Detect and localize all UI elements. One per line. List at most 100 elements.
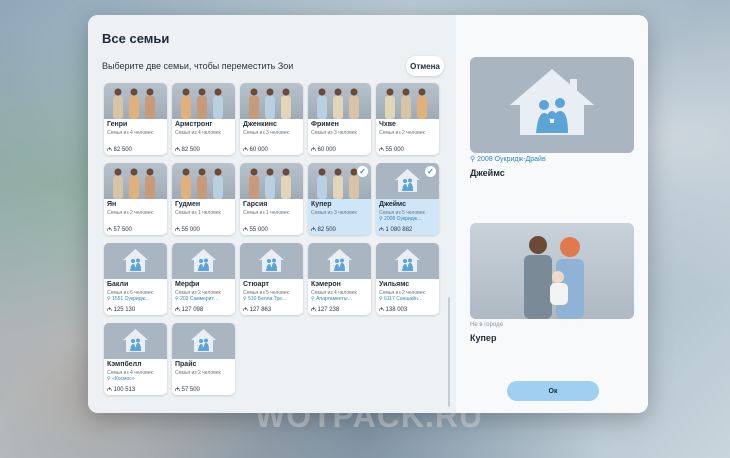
family-address-text: Апартаменты… [316, 296, 353, 302]
family-name: Гудмен [175, 201, 201, 208]
family-card[interactable]: Уильямс Семья из 2 человек ⚲ 6117 Саншайн…… [376, 243, 439, 315]
simoleon-icon: ₼ [107, 387, 112, 393]
family-address-text: «Космос» [112, 376, 135, 382]
first-family-picture [470, 57, 634, 153]
family-address-text: 6117 Саншайн… [384, 296, 423, 302]
family-photo [385, 88, 427, 119]
family-funds-value: 60 000 [317, 147, 336, 153]
families-panel: Все семьи Выберите две семьи, чтобы пере… [88, 15, 456, 413]
family-house-icon [190, 328, 217, 359]
family-funds: ₼ 82 500 [311, 225, 336, 233]
family-address-text: 203 Саммерит… [180, 296, 219, 302]
family-card[interactable]: ✓ Джеймс Семья из 5 человек ⚲ 2008 Оукридж…… [376, 163, 439, 235]
first-family-name: Джеймс [470, 168, 505, 178]
family-photo [181, 168, 223, 199]
location-pin-icon: ⚲ [107, 376, 111, 382]
family-picture [240, 243, 303, 279]
scrollbar[interactable] [448, 297, 450, 407]
family-funds-value: 127 098 [181, 307, 204, 313]
family-picture [308, 243, 371, 279]
family-photo [181, 88, 223, 119]
family-picture [104, 83, 167, 119]
family-funds: ₼ 127 238 [311, 305, 339, 313]
family-funds-value: 82 500 [181, 147, 200, 153]
simoleon-icon: ₼ [107, 227, 112, 233]
family-name: Бакли [107, 281, 129, 288]
checkmark-icon: ✓ [357, 166, 368, 177]
family-size: Семья из 3 человек [243, 130, 289, 136]
family-card[interactable]: Генри Семья из 4 человек ₼ 82 500 [104, 83, 167, 155]
family-name: Купер [311, 201, 332, 208]
family-card[interactable]: Ян Семья из 2 человек ₼ 57 500 [104, 163, 167, 235]
simoleon-icon: ₼ [175, 227, 180, 233]
selection-panel: × ⚲ 2008 Оукридж-Драйв Джеймс [456, 15, 648, 413]
family-funds: ₼ 138 003 [379, 305, 407, 313]
family-card[interactable]: Мерфи Семья из 2 человек ⚲ 203 Саммерит… ₼ … [172, 243, 235, 315]
family-funds-value: 57 500 [113, 227, 132, 233]
family-card[interactable]: Прайс Семья из 2 человек ₼ 57 500 [172, 323, 235, 395]
family-picture [104, 163, 167, 199]
family-funds-value: 55 000 [385, 147, 404, 153]
family-funds-value: 100 513 [113, 387, 136, 393]
family-house-icon [122, 328, 149, 359]
simoleon-icon: ₼ [175, 387, 180, 393]
family-picture: ✓ [308, 163, 371, 199]
family-card[interactable]: Кэмпбелл Семья из 4 человек ⚲ «Космос» ₼ 10… [104, 323, 167, 395]
family-name: Кэмпбелл [107, 361, 142, 368]
family-name: Джеймс [379, 201, 407, 208]
family-card[interactable]: Бакли Семья из 6 человек ⚲ 1551 Оукридж… ₼ … [104, 243, 167, 315]
family-picture [376, 83, 439, 119]
family-card[interactable]: ✓ Купер Семья из 3 человек ₼ 82 500 [308, 163, 371, 235]
family-size: Семья из 4 человек [107, 130, 153, 136]
simoleon-icon: ₼ [243, 307, 248, 313]
family-card[interactable]: Армстронг Семья из 4 человек ₼ 82 500 [172, 83, 235, 155]
location-pin-icon: ⚲ [243, 296, 247, 302]
family-photo [113, 168, 155, 199]
family-funds-value: 82 500 [113, 147, 132, 153]
family-house-icon [190, 248, 217, 279]
family-funds: ₼ 82 500 [175, 145, 200, 153]
family-house-icon [394, 248, 421, 279]
checkmark-icon: ✓ [425, 166, 436, 177]
cancel-button[interactable]: Отмена [406, 56, 444, 76]
family-name: Мерфи [175, 281, 200, 288]
family-name: Фримен [311, 121, 339, 128]
family-funds-value: 55 000 [249, 227, 268, 233]
family-picture [172, 163, 235, 199]
family-funds-value: 57 500 [181, 387, 200, 393]
family-card[interactable]: Гарсия Семья из 1 человек ₼ 55 000 [240, 163, 303, 235]
family-card[interactable]: Фримен Семья из 3 человек ₼ 60 000 [308, 83, 371, 155]
family-card[interactable]: Гудмен Семья из 1 человек ₼ 55 000 [172, 163, 235, 235]
location-pin-icon: ⚲ [311, 296, 315, 302]
family-funds: ₼ 60 000 [311, 145, 336, 153]
family-address: ⚲ «Космос» [107, 376, 165, 382]
family-funds-value: 127 863 [249, 307, 272, 313]
first-family-address-text: 2008 Оукридж-Драйв [477, 156, 546, 163]
family-funds: ₼ 55 000 [243, 225, 268, 233]
all-families-dialog: Все семьи Выберите две семьи, чтобы пере… [88, 15, 648, 413]
family-size: Семья из 1 человек [243, 210, 289, 216]
second-family-picture [470, 223, 634, 319]
family-card[interactable]: Дженкинс Семья из 3 человек ₼ 60 000 [240, 83, 303, 155]
family-name: Прайс [175, 361, 197, 368]
family-funds-value: 138 003 [385, 307, 408, 313]
family-card[interactable]: Стюарт Семья из 5 человек ⚲ 510 Белла Тре…… [240, 243, 303, 315]
family-name: Генри [107, 121, 128, 128]
ok-button[interactable]: Ок [507, 381, 599, 401]
family-size: Семья из 2 человек [175, 370, 221, 376]
family-funds-value: 55 000 [181, 227, 200, 233]
family-funds: ₼ 125 130 [107, 305, 135, 313]
family-funds-value: 82 500 [317, 227, 336, 233]
second-family-name: Купер [470, 333, 497, 343]
family-picture [376, 243, 439, 279]
family-funds: ₼ 55 000 [175, 225, 200, 233]
location-pin-icon: ⚲ [379, 296, 383, 302]
family-picture [172, 83, 235, 119]
family-picture [172, 323, 235, 359]
dialog-title: Все семьи [102, 31, 170, 46]
family-house-icon [510, 69, 594, 135]
family-card[interactable]: Кэмерон Семья из 4 человек ⚲ Апартаменты… ₼… [308, 243, 371, 315]
family-funds: ₼ 127 863 [243, 305, 271, 313]
family-card[interactable]: Чхве Семья из 2 человек ₼ 55 000 [376, 83, 439, 155]
family-funds-value: 125 130 [113, 307, 136, 313]
